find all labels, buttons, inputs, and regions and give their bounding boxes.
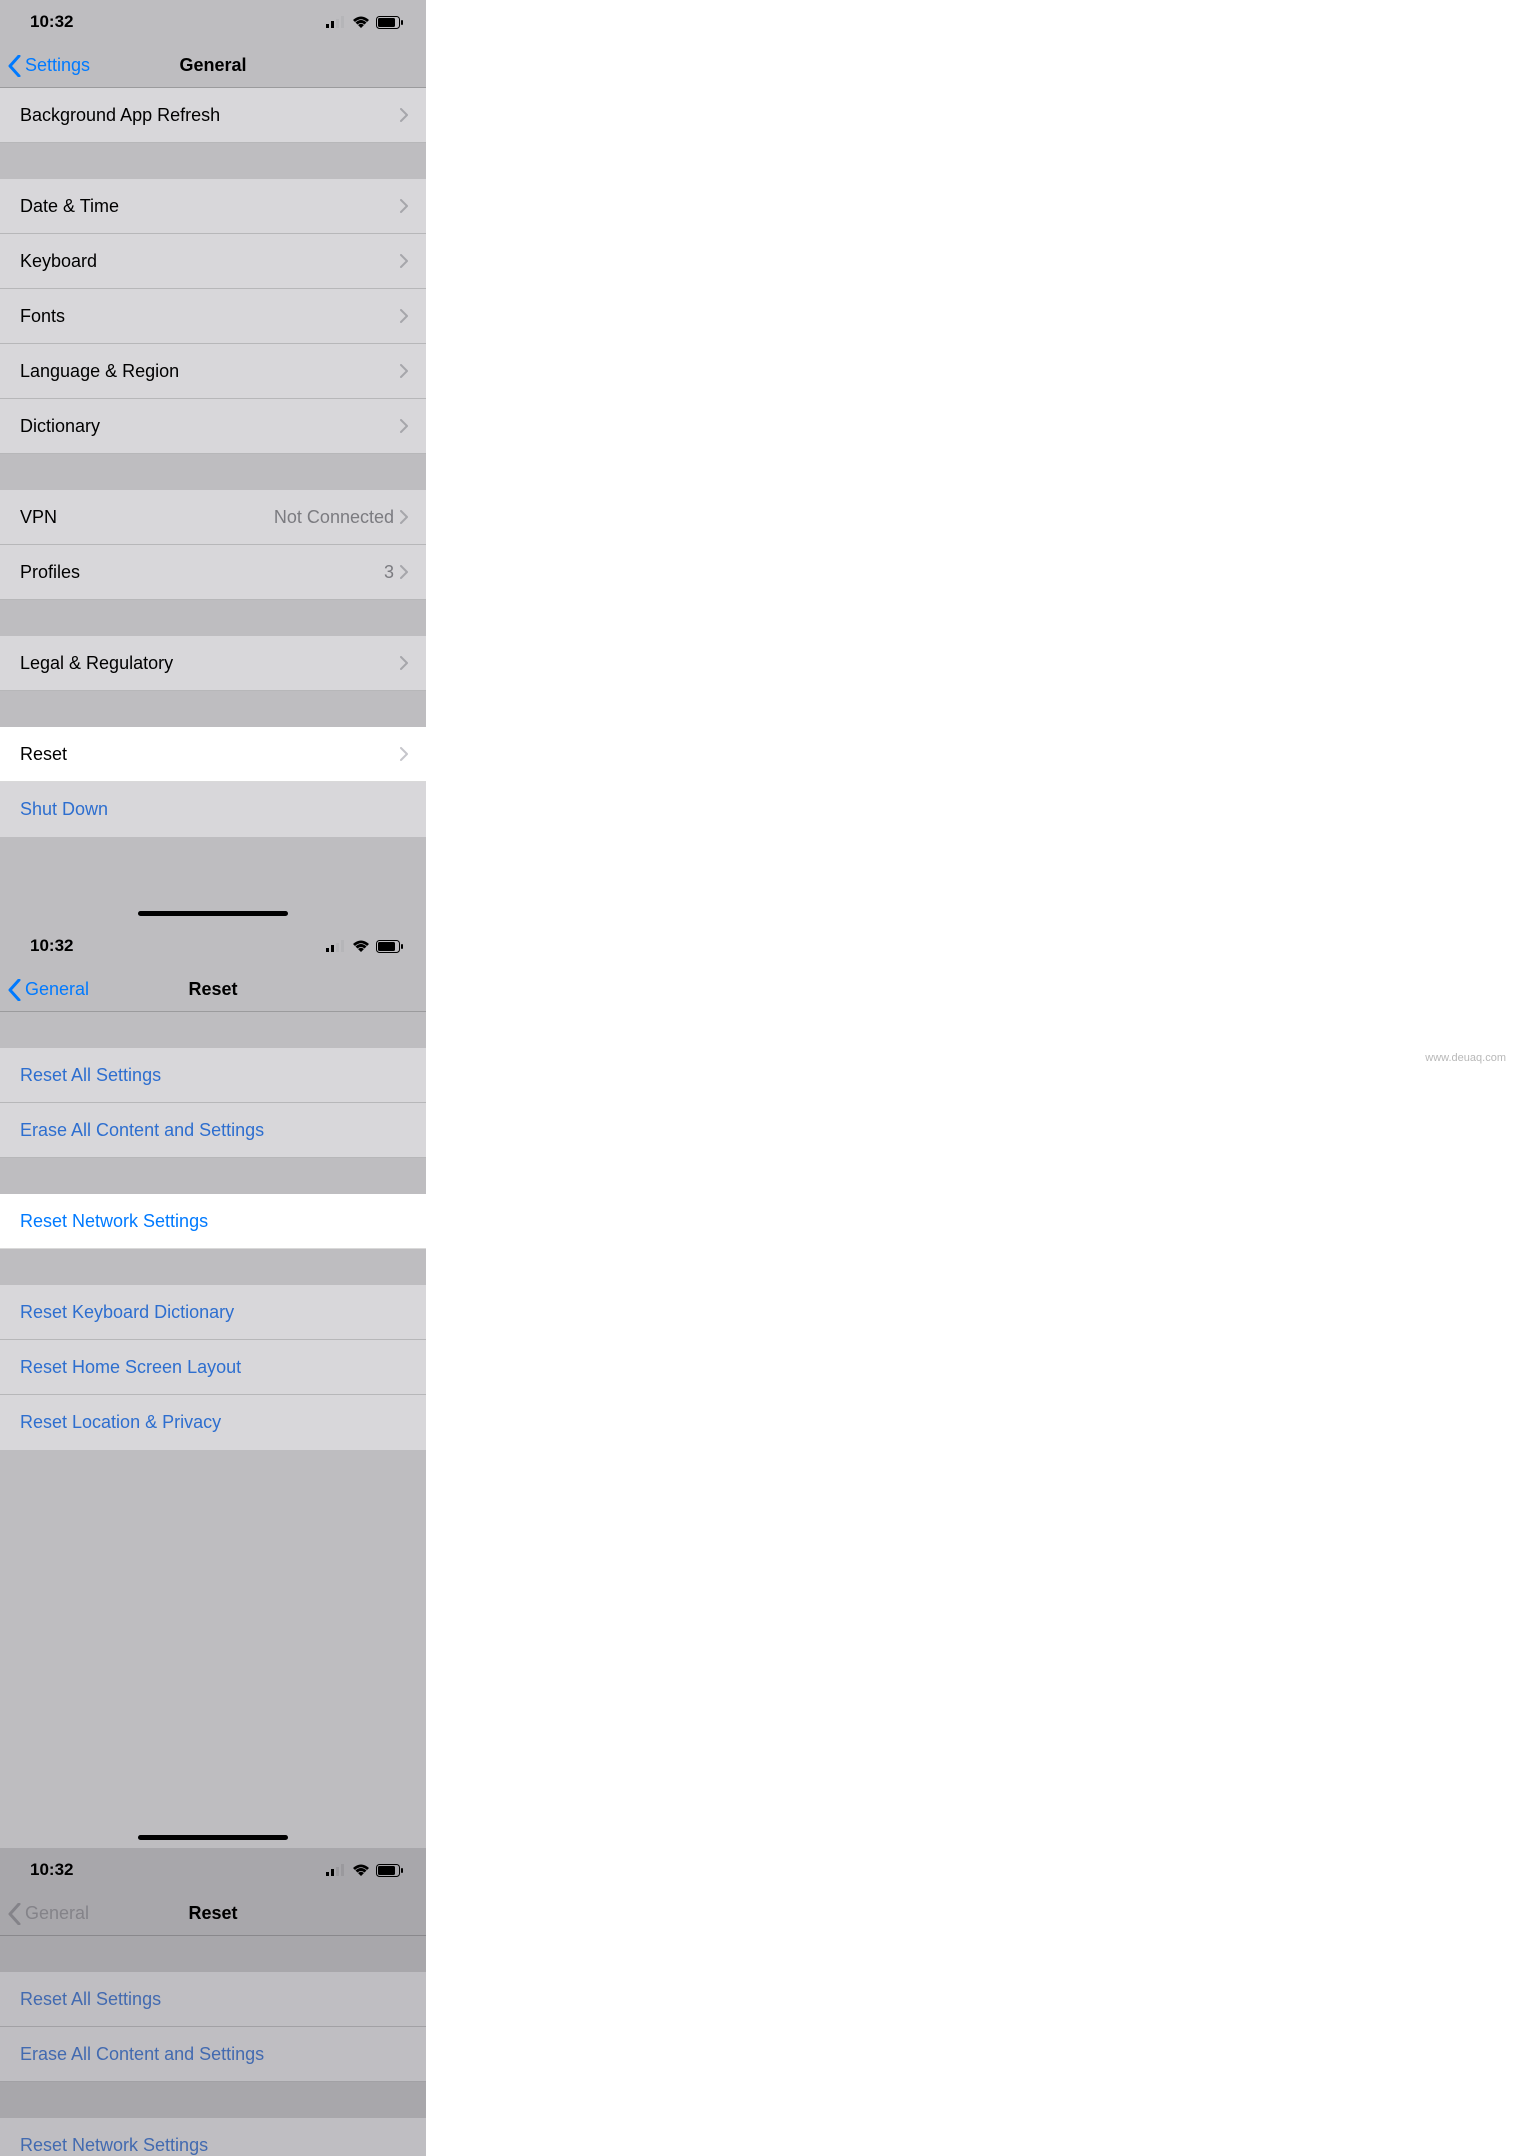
row-label: Background App Refresh	[20, 105, 400, 126]
chevron-left-icon	[8, 979, 21, 1001]
screen-reset: 10:32 General Reset Reset All Settings E…	[0, 924, 426, 1848]
status-icons	[326, 940, 404, 953]
row-reset-all-settings[interactable]: Reset All Settings	[0, 1972, 426, 2027]
screen-general: 10:32 Settings General Background App Re…	[0, 0, 426, 924]
row-background-app-refresh[interactable]: Background App Refresh	[0, 88, 426, 143]
row-label: Reset Keyboard Dictionary	[20, 1302, 408, 1323]
wifi-icon	[352, 1864, 370, 1876]
home-indicator[interactable]	[138, 911, 288, 916]
cellular-icon	[326, 1864, 346, 1876]
row-label: VPN	[20, 507, 274, 528]
row-label: Reset Network Settings	[20, 2135, 408, 2156]
row-erase-all[interactable]: Erase All Content and Settings	[0, 1103, 426, 1158]
wifi-icon	[352, 16, 370, 28]
status-bar: 10:32	[0, 924, 426, 968]
row-profiles[interactable]: Profiles 3	[0, 545, 426, 600]
group-spacer	[0, 1012, 426, 1048]
home-indicator[interactable]	[138, 1835, 288, 1840]
row-label: Fonts	[20, 306, 400, 327]
status-bar: 10:32	[0, 0, 426, 44]
row-label: Dictionary	[20, 416, 400, 437]
row-label: Reset Location & Privacy	[20, 1412, 408, 1433]
nav-bar: General Reset	[0, 1892, 426, 1936]
row-fonts[interactable]: Fonts	[0, 289, 426, 344]
row-label: Reset All Settings	[20, 1989, 408, 2010]
row-label: Shut Down	[20, 799, 408, 820]
chevron-right-icon	[400, 565, 408, 579]
cellular-icon	[326, 940, 346, 952]
group-spacer	[0, 1936, 426, 1972]
row-reset[interactable]: Reset	[0, 727, 426, 782]
status-time: 10:32	[30, 936, 73, 956]
row-vpn[interactable]: VPN Not Connected	[0, 490, 426, 545]
back-button[interactable]: General	[0, 979, 89, 1001]
group-spacer	[0, 691, 426, 727]
row-legal-regulatory[interactable]: Legal & Regulatory	[0, 636, 426, 691]
row-label: Legal & Regulatory	[20, 653, 400, 674]
chevron-right-icon	[400, 199, 408, 213]
row-label: Language & Region	[20, 361, 400, 382]
row-label: Keyboard	[20, 251, 400, 272]
battery-icon	[376, 1864, 404, 1877]
chevron-left-icon	[8, 55, 21, 77]
back-label: General	[25, 979, 89, 1000]
row-value: Not Connected	[274, 507, 394, 528]
cellular-icon	[326, 16, 346, 28]
watermark: www.deuaq.com	[1425, 1052, 1506, 1064]
row-erase-all[interactable]: Erase All Content and Settings	[0, 2027, 426, 2082]
status-time: 10:32	[30, 1860, 73, 1880]
row-label: Reset All Settings	[20, 1065, 408, 1086]
chevron-right-icon	[400, 510, 408, 524]
chevron-right-icon	[400, 108, 408, 122]
group-spacer	[0, 2082, 426, 2118]
row-keyboard[interactable]: Keyboard	[0, 234, 426, 289]
row-date-time[interactable]: Date & Time	[0, 179, 426, 234]
chevron-left-icon	[8, 1903, 21, 1925]
row-value: 3	[384, 562, 394, 583]
nav-bar: Settings General	[0, 44, 426, 88]
chevron-right-icon	[400, 309, 408, 323]
group-spacer	[0, 1158, 426, 1194]
chevron-right-icon	[400, 656, 408, 670]
row-dictionary[interactable]: Dictionary	[0, 399, 426, 454]
nav-bar: General Reset	[0, 968, 426, 1012]
row-label: Reset Network Settings	[20, 1211, 408, 1232]
chevron-right-icon	[400, 364, 408, 378]
status-icons	[326, 16, 404, 29]
back-button[interactable]: General	[0, 1903, 89, 1925]
chevron-right-icon	[400, 254, 408, 268]
screen-reset-confirm: 10:32 General Reset Reset All Settings E…	[0, 1848, 426, 2156]
group-spacer	[0, 600, 426, 636]
back-button[interactable]: Settings	[0, 55, 90, 77]
back-label: General	[25, 1903, 89, 1924]
back-label: Settings	[25, 55, 90, 76]
row-reset-all-settings[interactable]: Reset All Settings	[0, 1048, 426, 1103]
row-language-region[interactable]: Language & Region	[0, 344, 426, 399]
chevron-right-icon	[400, 747, 408, 761]
row-label: Reset Home Screen Layout	[20, 1357, 408, 1378]
group-spacer	[0, 1249, 426, 1285]
row-label: Date & Time	[20, 196, 400, 217]
group-spacer	[0, 143, 426, 179]
row-label: Profiles	[20, 562, 384, 583]
battery-icon	[376, 16, 404, 29]
row-label: Erase All Content and Settings	[20, 1120, 408, 1141]
row-reset-home-screen-layout[interactable]: Reset Home Screen Layout	[0, 1340, 426, 1395]
row-reset-network-settings[interactable]: Reset Network Settings	[0, 2118, 426, 2156]
row-shut-down[interactable]: Shut Down	[0, 782, 426, 837]
status-icons	[326, 1864, 404, 1877]
row-label: Reset	[20, 744, 400, 765]
status-time: 10:32	[30, 12, 73, 32]
status-bar: 10:32	[0, 1848, 426, 1892]
row-reset-network-settings[interactable]: Reset Network Settings	[0, 1194, 426, 1249]
wifi-icon	[352, 940, 370, 952]
row-reset-keyboard-dictionary[interactable]: Reset Keyboard Dictionary	[0, 1285, 426, 1340]
chevron-right-icon	[400, 419, 408, 433]
row-reset-location-privacy[interactable]: Reset Location & Privacy	[0, 1395, 426, 1450]
row-label: Erase All Content and Settings	[20, 2044, 408, 2065]
battery-icon	[376, 940, 404, 953]
group-spacer	[0, 454, 426, 490]
